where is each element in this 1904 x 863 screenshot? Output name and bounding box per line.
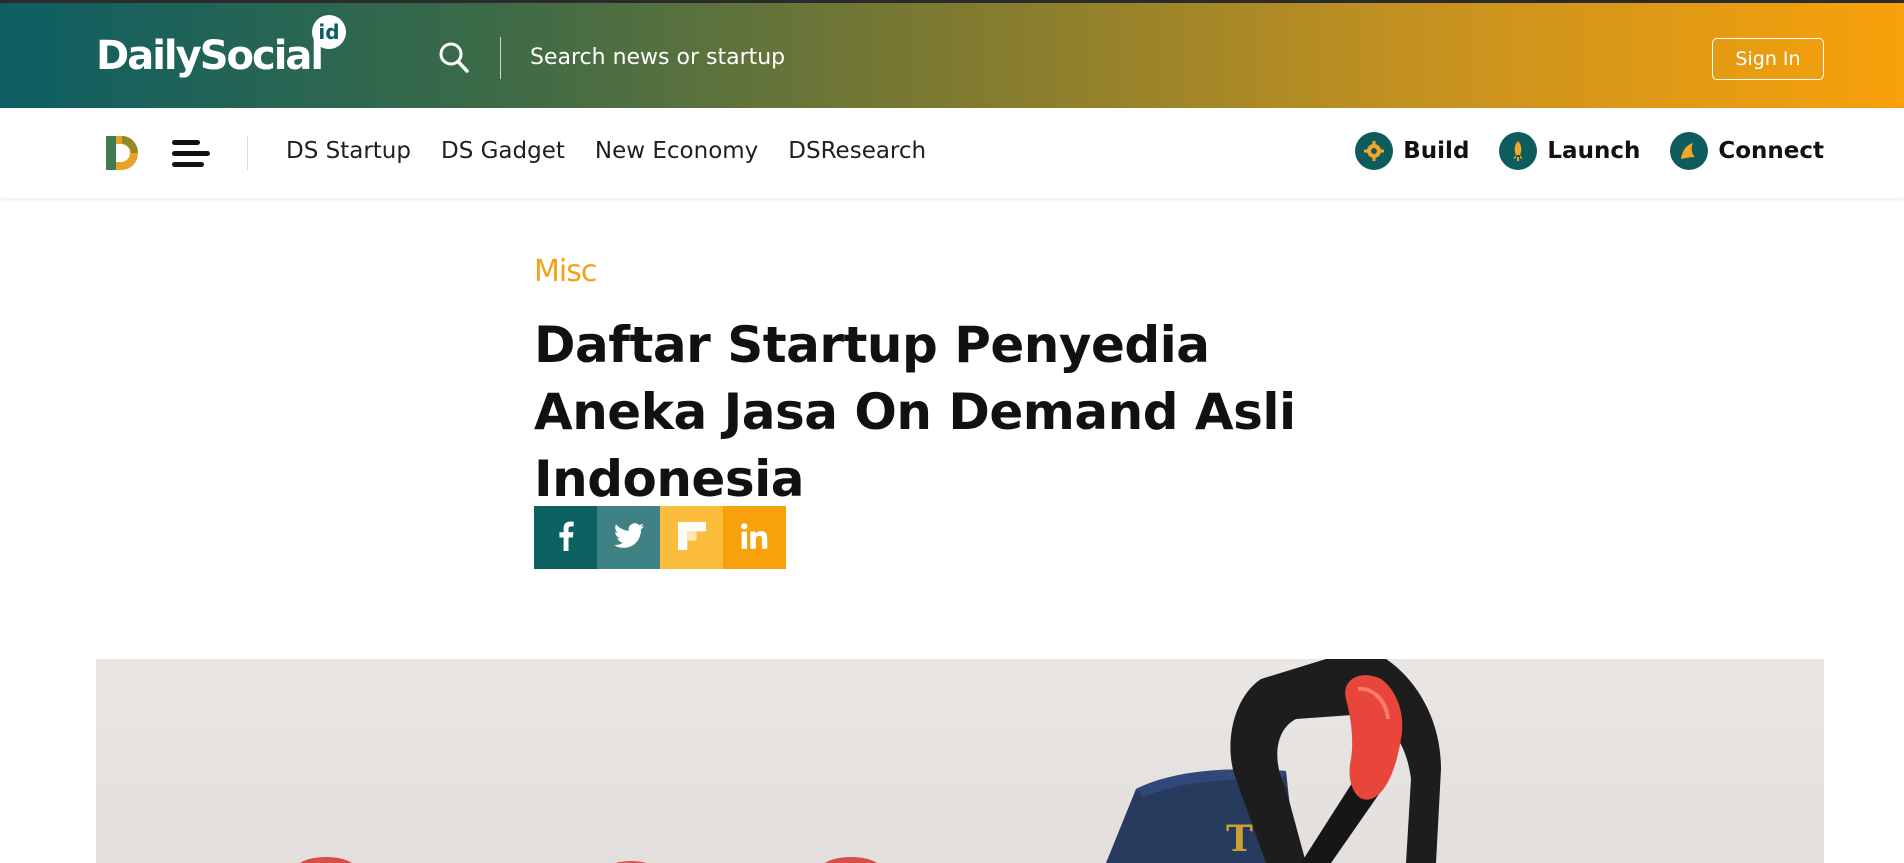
build-icon — [1355, 132, 1394, 170]
nav-link-dsresearch[interactable]: DSResearch — [788, 138, 926, 164]
connect-link[interactable]: Connect — [1670, 132, 1824, 170]
twitter-icon — [613, 523, 644, 552]
search-divider — [500, 37, 501, 79]
program-links: Build Launch Connect — [1355, 132, 1824, 170]
nav-links: DS Startup DS Gadget New Economy DSResea… — [286, 138, 926, 164]
twitter-share-button[interactable] — [597, 506, 660, 569]
search-input[interactable] — [530, 37, 1030, 77]
facebook-share-button[interactable] — [534, 506, 597, 569]
connect-icon — [1670, 132, 1709, 170]
search-icon[interactable] — [438, 41, 470, 75]
sign-in-button[interactable]: Sign In — [1712, 38, 1824, 80]
nav-bar: DS Startup DS Gadget New Economy DSResea… — [0, 108, 1904, 198]
build-label: Build — [1403, 138, 1470, 164]
facebook-icon — [558, 521, 574, 555]
book-spine-text: T — [1226, 818, 1253, 860]
linkedin-share-button[interactable] — [723, 506, 786, 569]
article-category[interactable]: Misc — [534, 254, 597, 289]
linkedin-icon — [740, 522, 769, 553]
flipboard-share-button[interactable] — [660, 506, 723, 569]
nav-link-new-economy[interactable]: New Economy — [595, 138, 758, 164]
logo-badge: id — [312, 15, 346, 49]
share-buttons — [534, 506, 786, 569]
nav-link-ds-startup[interactable]: DS Startup — [286, 138, 411, 164]
top-header: DailySocial id Sign In — [0, 0, 1904, 108]
connect-label: Connect — [1718, 138, 1824, 164]
ds-logo-icon[interactable] — [106, 134, 140, 172]
nav-link-ds-gadget[interactable]: DS Gadget — [441, 138, 565, 164]
flipboard-icon — [677, 521, 706, 554]
launch-icon — [1499, 132, 1538, 170]
nav-divider — [247, 136, 248, 170]
dailysocial-logo[interactable]: DailySocial — [96, 33, 324, 79]
launch-label: Launch — [1547, 138, 1641, 164]
hero-image: T — [96, 659, 1824, 863]
build-link[interactable]: Build — [1355, 132, 1469, 170]
launch-link[interactable]: Launch — [1499, 132, 1640, 170]
menu-icon[interactable] — [172, 140, 212, 170]
article-title: Daftar Startup Penyedia Aneka Jasa On De… — [534, 316, 1296, 508]
